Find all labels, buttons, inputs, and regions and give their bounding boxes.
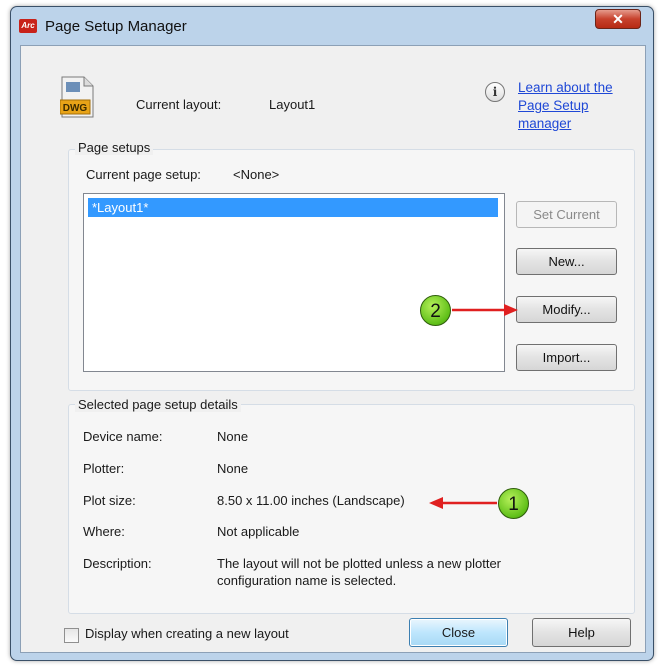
plotter-value: None — [217, 461, 249, 476]
dwg-icon-label: DWG — [63, 103, 88, 114]
learn-link-line-2[interactable]: Page Setup manager — [518, 97, 645, 133]
list-item-layout1[interactable]: *Layout1* — [88, 198, 498, 217]
callout-1-arrow-icon — [429, 497, 497, 509]
plot-size-label: Plot size: — [83, 493, 136, 508]
close-button[interactable]: Close — [409, 618, 508, 647]
window-title: Page Setup Manager — [45, 18, 187, 35]
set-current-button[interactable]: Set Current — [516, 201, 617, 228]
modify-button[interactable]: Modify... — [516, 296, 617, 323]
description-label: Description: — [83, 556, 152, 571]
callout-2-arrow-icon — [452, 304, 518, 316]
display-on-new-layout-checkbox[interactable] — [64, 628, 79, 643]
help-button[interactable]: Help — [532, 618, 631, 647]
import-button[interactable]: Import... — [516, 344, 617, 371]
current-layout-label: Current layout: — [136, 97, 222, 112]
current-layout-value: Layout1 — [269, 97, 316, 112]
display-on-new-layout-label[interactable]: Display when creating a new layout — [85, 626, 289, 641]
title-bar[interactable]: Arc Page Setup Manager ✕ — [11, 7, 653, 45]
callout-2-badge: 2 — [420, 295, 451, 326]
info-icon: i — [485, 82, 505, 102]
description-value: The layout will not be plotted unless a … — [217, 556, 502, 588]
callout-1-badge: 1 — [498, 488, 529, 519]
device-name-label: Device name: — [83, 429, 163, 444]
where-value: Not applicable — [217, 524, 300, 539]
close-window-button[interactable]: ✕ — [595, 9, 641, 29]
dwg-file-icon: DWG — [60, 76, 94, 118]
new-button[interactable]: New... — [516, 248, 617, 275]
dialog-body: DWG Current layout: Layout1 i Learn abou… — [20, 45, 646, 653]
learn-page-setup-link[interactable]: Learn about the Page Setup manager — [518, 79, 645, 133]
autocad-app-icon[interactable]: Arc — [19, 19, 37, 33]
page-setups-list[interactable]: *Layout1* — [83, 193, 505, 372]
device-name-value: None — [217, 429, 249, 444]
learn-link-line-1[interactable]: Learn about the — [518, 79, 645, 97]
current-page-setup-label: Current page setup: — [86, 167, 201, 182]
page-setups-group-label: Page setups — [75, 140, 154, 155]
plot-size-value: 8.50 x 11.00 inches (Landscape) — [217, 493, 405, 508]
details-group-label: Selected page setup details — [75, 397, 241, 412]
page-setup-manager-window: Arc Page Setup Manager ✕ DWG Current lay… — [10, 6, 654, 661]
plotter-label: Plotter: — [83, 461, 125, 476]
current-page-setup-value: <None> — [233, 167, 280, 182]
where-label: Where: — [83, 524, 125, 539]
